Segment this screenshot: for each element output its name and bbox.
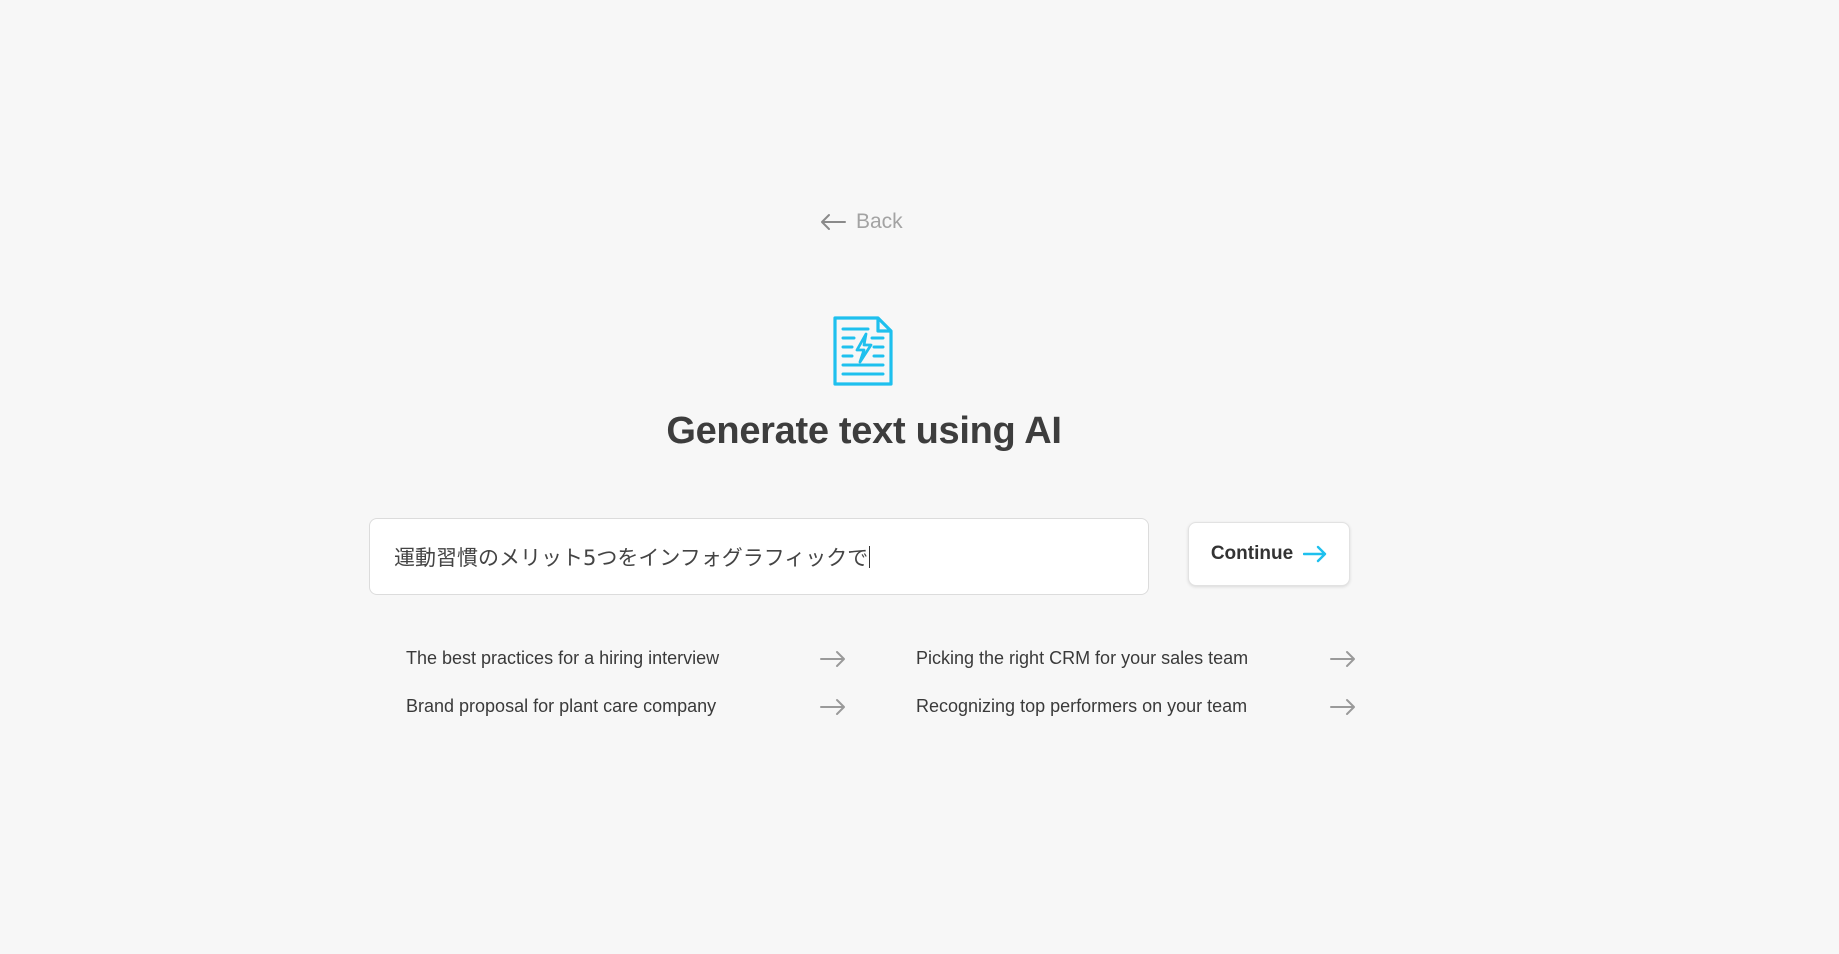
suggestion-item[interactable]: Picking the right CRM for your sales tea… <box>916 645 1356 672</box>
back-label: Back <box>856 210 903 233</box>
suggestion-item[interactable]: Recognizing top performers on your team <box>916 693 1356 720</box>
page-title: Generate text using AI <box>666 410 1062 452</box>
text-caret <box>869 545 871 568</box>
suggestion-item[interactable]: The best practices for a hiring intervie… <box>406 645 846 672</box>
suggestion-label: Brand proposal for plant care company <box>406 696 717 716</box>
suggestion-label: Recognizing top performers on your team <box>916 696 1248 716</box>
continue-label: Continue <box>1210 543 1294 564</box>
back-button[interactable]: Back <box>820 210 903 234</box>
suggestion-label: The best practices for a hiring intervie… <box>406 648 720 668</box>
suggestion-list: The best practices for a hiring intervie… <box>406 645 1355 720</box>
suggestion-item[interactable]: Brand proposal for plant care company <box>406 693 846 720</box>
suggestion-label: Picking the right CRM for your sales tea… <box>916 648 1249 668</box>
prompt-input-box[interactable]: 運動習慣のメリット5つをインフォグラフィックで <box>369 518 1149 595</box>
arrow-right-icon <box>1330 698 1355 715</box>
ai-document-bolt-icon <box>833 316 893 386</box>
page: Back Generate text using AI 運動習慣のメリット5つを… <box>0 0 1839 954</box>
arrow-right-icon <box>1330 650 1355 667</box>
prompt-input[interactable]: 運動習慣のメリット5つをインフォグラフィックで <box>394 542 868 572</box>
arrow-right-icon <box>1303 545 1327 563</box>
arrow-left-icon <box>821 214 846 230</box>
arrow-right-icon <box>820 698 845 715</box>
continue-button[interactable]: Continue <box>1188 522 1350 586</box>
arrow-right-icon <box>820 650 845 667</box>
